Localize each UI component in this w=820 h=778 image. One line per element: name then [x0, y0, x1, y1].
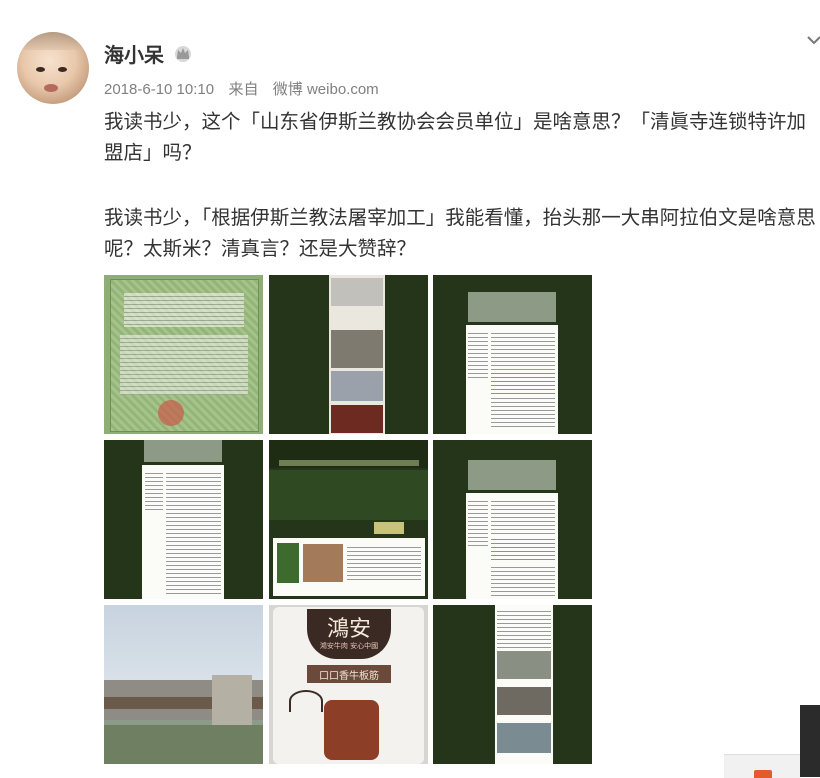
photo	[331, 330, 383, 368]
gate-pillar	[212, 675, 252, 730]
article-text	[497, 608, 551, 648]
banner-photo	[468, 460, 556, 490]
certificate-body-text	[120, 335, 248, 395]
crown-icon	[175, 46, 191, 62]
package-brand: 鴻安	[326, 617, 371, 642]
package-slogan: 鴻安牛肉 安心中國	[319, 642, 379, 650]
banner-photo	[144, 440, 222, 462]
article-text	[491, 564, 555, 596]
sidebar-text	[468, 330, 488, 380]
image-thumbnail[interactable]	[104, 605, 263, 764]
photo	[497, 651, 551, 679]
article-text	[491, 498, 555, 536]
photo	[303, 544, 343, 582]
certificate-seal	[158, 400, 184, 426]
avatar-mouth	[44, 84, 58, 92]
beef-product	[324, 700, 379, 760]
highlighted-text	[491, 536, 555, 562]
post-source[interactable]: 微博 weibo.com	[273, 81, 379, 98]
side-panel-edge	[800, 705, 820, 777]
image-thumbnail[interactable]	[433, 605, 592, 764]
image-thumbnail[interactable]	[433, 275, 592, 434]
certificate-arabic-text	[124, 293, 244, 327]
chevron-down-icon[interactable]	[806, 34, 820, 46]
article-text	[491, 330, 555, 370]
site-nav	[279, 460, 419, 466]
avatar[interactable]	[17, 32, 89, 104]
sidebar-box	[277, 543, 299, 583]
image-thumbnail[interactable]	[433, 440, 592, 599]
article-text	[491, 395, 555, 429]
image-thumbnail[interactable]	[269, 275, 428, 434]
photo	[331, 371, 383, 401]
post-source-prefix: 来自	[228, 81, 259, 98]
sidebar-text	[145, 470, 163, 510]
ground	[104, 725, 263, 764]
image-thumbnail[interactable]	[104, 275, 263, 434]
image-thumbnail[interactable]: 鴻安 鴻安牛肉 安心中國 口口香牛板筋	[269, 605, 428, 764]
floating-widget[interactable]	[724, 754, 800, 778]
image-thumbnail[interactable]	[104, 440, 263, 599]
highlighted-text	[491, 370, 555, 394]
photo	[331, 405, 383, 433]
avatar-eye	[36, 67, 45, 72]
post-meta: 2018-6-10 10:10 来自 微博 weibo.com	[104, 78, 379, 99]
package-product: 口口香牛板筋	[319, 671, 379, 682]
post-timestamp[interactable]: 2018-6-10 10:10	[104, 81, 214, 98]
hero-banner	[269, 470, 428, 520]
image-thumbnail[interactable]	[269, 440, 428, 599]
banner-photo	[468, 292, 556, 322]
avatar-eye	[58, 67, 67, 72]
photo	[497, 723, 551, 753]
photo	[331, 278, 383, 306]
news-text	[347, 544, 421, 582]
avatar-hair	[17, 32, 89, 50]
hero-badge	[374, 522, 404, 534]
article-text	[166, 470, 221, 595]
post-paragraph-2: 我读书少，「根据伊斯兰教法屠宰加工」我能看懂，抬头那一大串阿拉伯文是啥意思呢？太…	[104, 206, 816, 260]
bull-horn	[289, 690, 323, 712]
post-paragraph-1: 我读书少，这个「山东省伊斯兰教协会会员单位」是啥意思？「清眞寺连锁特许加盟店」吗…	[104, 110, 807, 164]
photo	[497, 687, 551, 715]
sidebar-text	[468, 498, 488, 548]
author-name[interactable]: 海小呆	[104, 39, 164, 68]
